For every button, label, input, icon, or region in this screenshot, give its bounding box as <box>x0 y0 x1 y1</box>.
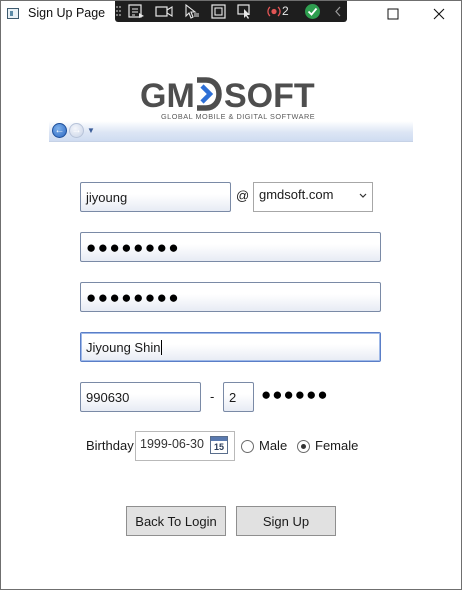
company-logo: GM SOFT GLOBAL MOBILE & DIGITAL SOFTWARE <box>140 77 324 123</box>
resident-back-value: 2 <box>229 389 237 405</box>
drag-handle-icon[interactable] <box>115 4 121 19</box>
dropdown-arrow-icon[interactable]: ▼ <box>87 126 95 135</box>
chevron-down-icon <box>359 193 367 198</box>
resident-number-front-input[interactable]: 990630 <box>80 382 201 412</box>
gender-female-label[interactable]: Female <box>315 438 358 453</box>
navigation-bar: ← → ▼ <box>49 121 413 142</box>
birthday-label: Birthday <box>86 438 134 453</box>
resident-dash: - <box>210 389 215 404</box>
email-domain-value: gmdsoft.com <box>259 187 334 202</box>
maximize-icon <box>387 8 399 20</box>
name-value: Jiyoung Shin <box>86 339 161 355</box>
email-id-input[interactable]: jiyoung <box>80 182 231 212</box>
hot-reload-ok-icon[interactable] <box>304 3 321 19</box>
birthday-value: 1999-06-30 <box>140 437 204 451</box>
debug-toolbar: 2 <box>115 1 347 22</box>
resident-number-back-input[interactable]: 2 <box>223 382 254 412</box>
confirm-password-field[interactable]: ●●●●●●●● <box>80 282 381 312</box>
binding-failures-count: 2 <box>282 4 289 18</box>
password-field[interactable]: ●●●●●●●● <box>80 232 381 262</box>
confirm-password-mask: ●●●●●●●● <box>86 287 181 307</box>
video-camera-icon[interactable] <box>155 4 173 19</box>
display-layout-adorners-icon[interactable] <box>211 4 229 19</box>
svg-text:GM: GM <box>140 77 195 111</box>
password-mask: ●●●●●●●● <box>86 237 181 257</box>
forward-arrow-icon[interactable]: → <box>69 123 84 138</box>
birthday-date-picker[interactable]: 1999-06-30 15 <box>135 431 235 461</box>
email-id-value: jiyoung <box>86 189 128 205</box>
svg-text:SOFT: SOFT <box>224 77 315 111</box>
app-icon <box>7 8 19 19</box>
calendar-icon[interactable]: 15 <box>210 436 228 454</box>
track-focused-element-icon[interactable] <box>237 4 255 19</box>
gender-female-radio[interactable] <box>297 440 310 453</box>
close-icon <box>433 8 445 20</box>
logo-tagline: GLOBAL MOBILE & DIGITAL SOFTWARE <box>161 112 316 121</box>
resident-front-value: 990630 <box>86 389 130 405</box>
name-input[interactable]: Jiyoung Shin <box>80 332 381 362</box>
select-element-icon[interactable] <box>183 4 201 19</box>
gender-male-radio[interactable] <box>241 440 254 453</box>
email-domain-select[interactable]: gmdsoft.com <box>253 182 373 212</box>
logo-wordmark: GM SOFT <box>140 77 315 111</box>
at-symbol: @ <box>236 188 250 203</box>
back-to-login-button[interactable]: Back To Login <box>126 506 226 536</box>
live-visual-tree-icon[interactable] <box>127 4 145 19</box>
window-title: Sign Up Page <box>28 6 106 20</box>
sign-up-button[interactable]: Sign Up <box>236 506 336 536</box>
sign-up-window: Sign Up Page 2 GM SOFT GLOBAL MOBILE & D… <box>0 0 462 590</box>
gender-male-label[interactable]: Male <box>259 438 287 453</box>
resident-back-mask: ●●●●●● <box>261 385 329 404</box>
collapse-toolbar-icon[interactable] <box>333 4 343 19</box>
close-button[interactable] <box>429 5 449 23</box>
binding-failures-icon[interactable] <box>267 4 281 19</box>
text-caret <box>161 339 163 355</box>
back-arrow-icon[interactable]: ← <box>52 123 67 138</box>
title-bar[interactable]: Sign Up Page 2 <box>1 1 461 27</box>
maximize-button[interactable] <box>383 5 403 23</box>
